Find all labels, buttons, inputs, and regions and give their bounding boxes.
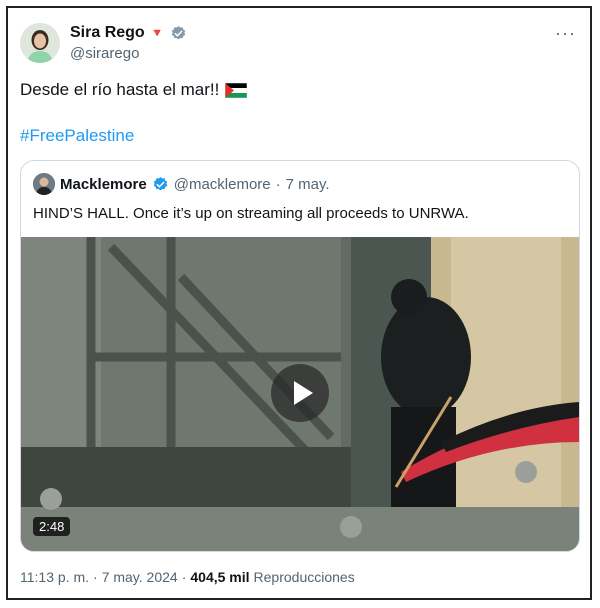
video-duration-badge: 2:48 bbox=[33, 517, 71, 536]
tweet-card: Sira Rego 🔻 @sirarego ··· Desde el río h… bbox=[6, 6, 592, 600]
tweet-text: Desde el río hasta el mar!! bbox=[20, 80, 248, 100]
tweet-footer: 11:13 p. m. · 7 may. 2024 · 404,5 mil Re… bbox=[20, 569, 355, 585]
palestine-flag-icon bbox=[225, 82, 248, 98]
tweet-text-content: Desde el río hasta el mar!! bbox=[20, 80, 220, 99]
quoted-avatar-image bbox=[33, 173, 55, 195]
author-avatar[interactable] bbox=[20, 23, 60, 63]
author-display-name[interactable]: Sira Rego bbox=[70, 24, 145, 42]
quoted-date[interactable]: 7 may. bbox=[286, 176, 330, 193]
quoted-display-name[interactable]: Macklemore bbox=[60, 176, 147, 193]
views-label: Reproducciones bbox=[253, 569, 355, 585]
post-date[interactable]: 7 may. 2024 bbox=[102, 569, 178, 585]
quoted-text: HIND’S HALL. Once it’s up on streaming a… bbox=[33, 205, 469, 222]
footer-separator-2: · bbox=[181, 569, 187, 585]
gray-verified-badge-icon bbox=[171, 25, 185, 39]
hashtag-link[interactable]: #FreePalestine bbox=[20, 126, 134, 146]
quoted-separator: · bbox=[275, 175, 281, 193]
more-options-icon[interactable]: ··· bbox=[555, 24, 576, 42]
play-icon bbox=[294, 381, 313, 405]
video-player[interactable]: 2:48 bbox=[21, 237, 579, 551]
play-button[interactable] bbox=[271, 364, 329, 422]
quoted-tweet[interactable]: Macklemore @macklemore · 7 may. HIND’S H… bbox=[20, 160, 580, 552]
view-count: 404,5 mil bbox=[190, 569, 250, 585]
quoted-handle[interactable]: @macklemore bbox=[174, 176, 271, 193]
footer-separator: · bbox=[93, 569, 98, 585]
avatar-image bbox=[20, 23, 60, 63]
red-triangle-icon: 🔻 bbox=[149, 26, 165, 40]
blue-verified-badge-icon bbox=[153, 176, 167, 190]
quoted-author-avatar[interactable] bbox=[33, 173, 55, 195]
post-time[interactable]: 11:13 p. m. bbox=[20, 569, 89, 585]
author-handle[interactable]: @sirarego bbox=[70, 45, 139, 62]
